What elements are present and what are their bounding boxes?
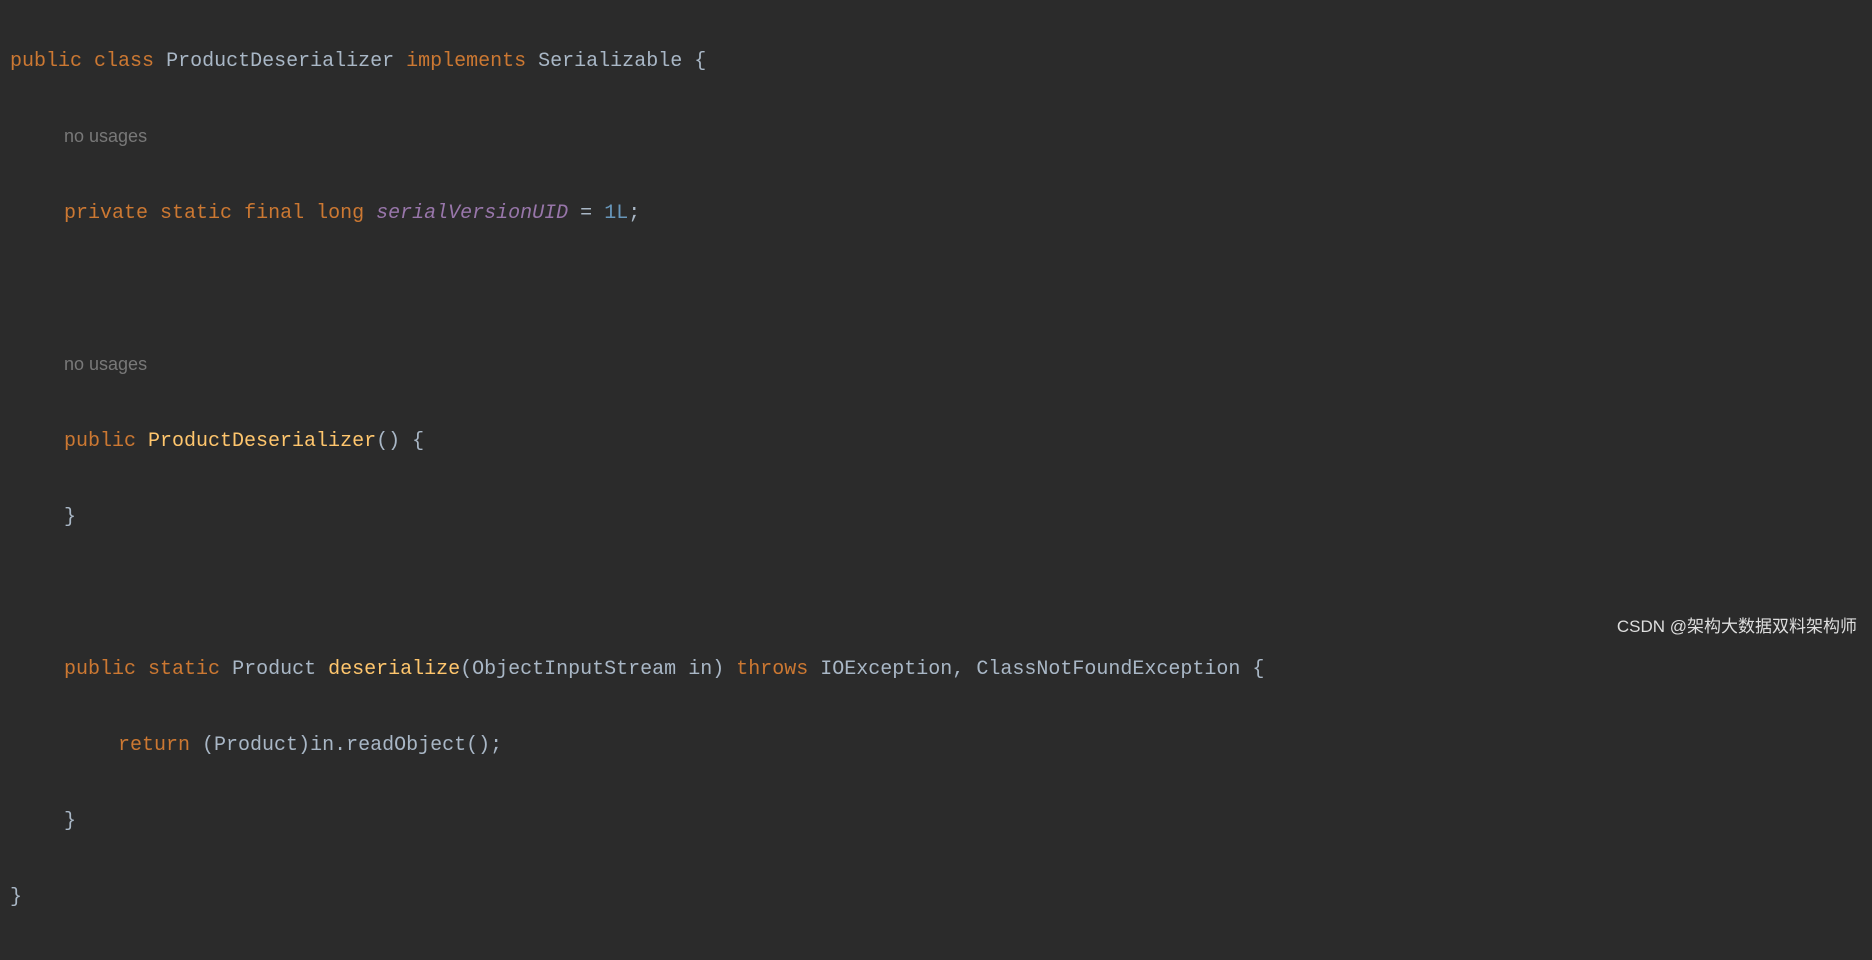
keyword-public: public bbox=[64, 658, 136, 681]
cast-open: ( bbox=[202, 734, 214, 757]
watermark-text: CSDN @架构大数据双料架构师 bbox=[1617, 611, 1857, 643]
brace-close: } bbox=[64, 810, 76, 833]
keyword-static: static bbox=[148, 658, 220, 681]
equals: = bbox=[580, 202, 592, 225]
keyword-implements: implements bbox=[406, 50, 526, 73]
code-line: return (Product)in.readObject(); bbox=[10, 727, 1862, 765]
blank-line bbox=[10, 575, 1862, 613]
keyword-public: public bbox=[10, 50, 82, 73]
code-line: public static Product deserialize(Object… bbox=[10, 651, 1862, 689]
keyword-long: long bbox=[316, 202, 364, 225]
brace: { bbox=[1252, 658, 1264, 681]
keyword-static: static bbox=[160, 202, 232, 225]
code-line: } bbox=[10, 879, 1862, 917]
cast-close: ) bbox=[298, 734, 310, 757]
return-type: Product bbox=[232, 658, 316, 681]
code-line: } bbox=[10, 803, 1862, 841]
semicolon: ; bbox=[628, 202, 640, 225]
exception-type: IOException bbox=[820, 658, 952, 681]
paren-close: ) bbox=[712, 658, 724, 681]
parens: () bbox=[376, 430, 400, 453]
comma: , bbox=[952, 658, 964, 681]
blank-line bbox=[10, 271, 1862, 309]
field-name: serialVersionUID bbox=[376, 202, 568, 225]
cast-type: Product bbox=[214, 734, 298, 757]
method-call: readObject bbox=[346, 734, 466, 757]
code-line: } bbox=[10, 499, 1862, 537]
brace-close: } bbox=[64, 506, 76, 529]
keyword-final: final bbox=[244, 202, 304, 225]
usage-hint: no usages bbox=[10, 347, 1862, 385]
keyword-public: public bbox=[64, 430, 136, 453]
paren-open: ( bbox=[460, 658, 472, 681]
interface-name: Serializable bbox=[538, 50, 682, 73]
exception-type: ClassNotFoundException bbox=[976, 658, 1240, 681]
constructor-name: ProductDeserializer bbox=[148, 430, 376, 453]
parens: () bbox=[466, 734, 490, 757]
keyword-return: return bbox=[118, 734, 190, 757]
dot: . bbox=[334, 734, 346, 757]
keyword-class: class bbox=[94, 50, 154, 73]
class-name: ProductDeserializer bbox=[166, 50, 394, 73]
semicolon: ; bbox=[490, 734, 502, 757]
number-literal: 1L bbox=[604, 202, 628, 225]
param-type: ObjectInputStream bbox=[472, 658, 676, 681]
keyword-throws: throws bbox=[736, 658, 808, 681]
code-line: public class ProductDeserializer impleme… bbox=[10, 43, 1862, 81]
brace-close: } bbox=[10, 886, 22, 909]
code-line: public ProductDeserializer() { bbox=[10, 423, 1862, 461]
brace: { bbox=[694, 50, 706, 73]
method-name: deserialize bbox=[328, 658, 460, 681]
brace: { bbox=[412, 430, 424, 453]
code-line: private static final long serialVersionU… bbox=[10, 195, 1862, 233]
param-name: in bbox=[688, 658, 712, 681]
var-ref: in bbox=[310, 734, 334, 757]
usage-hint: no usages bbox=[10, 119, 1862, 157]
keyword-private: private bbox=[64, 202, 148, 225]
code-editor[interactable]: public class ProductDeserializer impleme… bbox=[0, 0, 1872, 960]
